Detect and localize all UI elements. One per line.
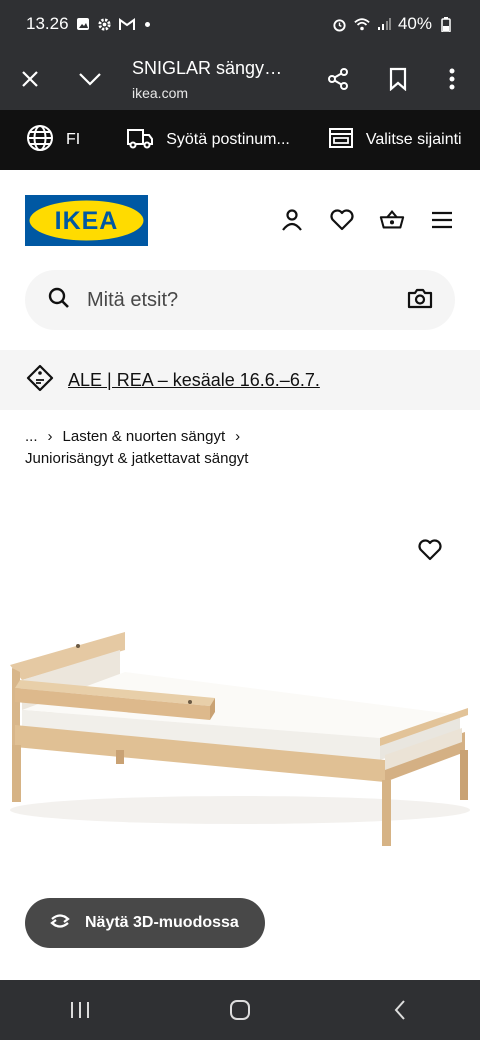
logo-text: IKEA	[55, 207, 119, 235]
page-url: ikea.com	[132, 84, 189, 101]
breadcrumb-item-juniorisangyt[interactable]: Juniorisängyt & jatkettavat sängyt	[25, 450, 248, 467]
system-nav-bar	[0, 980, 480, 1040]
status-time: 13.26	[26, 14, 69, 33]
home-icon[interactable]	[210, 990, 270, 1030]
language-selector[interactable]: FI	[26, 124, 80, 157]
breadcrumb-ellipsis[interactable]: ...	[25, 428, 38, 445]
breadcrumb-separator: ›	[47, 428, 53, 445]
camera-icon[interactable]	[407, 287, 433, 314]
menu-icon[interactable]	[429, 207, 455, 233]
cart-icon[interactable]	[379, 207, 405, 233]
battery-icon	[438, 16, 454, 32]
store-label: Valitse sijainti	[365, 131, 462, 148]
bookmark-icon[interactable]	[378, 59, 418, 99]
truck-icon	[126, 126, 154, 155]
wifi-icon	[354, 16, 370, 32]
postcode-selector[interactable]: Syötä postinum...	[126, 126, 290, 155]
close-icon[interactable]	[10, 59, 50, 99]
view-3d-button[interactable]: Näytä 3D-muodossa	[25, 898, 265, 948]
rotate-3d-icon	[47, 911, 73, 936]
page-title-box[interactable]: SNIGLAR sängynr... ikea.com	[132, 58, 318, 101]
notification-dot-icon	[144, 21, 150, 27]
page-title: SNIGLAR sängynr...	[132, 57, 292, 78]
promo-link[interactable]: ALE | REA – kesäale 16.6.–6.7.	[68, 370, 320, 391]
favourite-heart-icon[interactable]	[415, 535, 445, 565]
status-bar: 13.26 40%	[0, 0, 480, 48]
postcode-label: Syötä postinum...	[166, 131, 290, 148]
chevron-down-icon[interactable]	[70, 59, 110, 99]
account-icon[interactable]	[279, 207, 305, 233]
search-bar[interactable]: Mitä etsit?	[25, 270, 455, 330]
back-icon[interactable]	[370, 990, 430, 1030]
ikea-logo[interactable]: IKEA	[25, 194, 148, 246]
share-icon[interactable]	[318, 59, 358, 99]
breadcrumb-item-lasten-sangyt[interactable]: Lasten & nuorten sängyt	[63, 428, 226, 445]
recent-apps-icon[interactable]	[50, 990, 110, 1030]
breadcrumb: ... › Lasten & nuorten sängyt › Juniorisäng…	[25, 426, 465, 470]
globe-icon	[26, 124, 54, 157]
heart-icon[interactable]	[329, 207, 355, 233]
language-label: FI	[66, 131, 81, 148]
alarm-icon	[332, 16, 348, 32]
product-image-bed	[10, 632, 470, 846]
battery-percent: 40%	[397, 14, 432, 33]
search-input[interactable]: Mitä etsit?	[87, 289, 407, 312]
browser-toolbar: SNIGLAR sängynr... ikea.com	[0, 48, 480, 110]
promo-banner: ALE | REA – kesäale 16.6.–6.7.	[0, 350, 480, 410]
gmail-icon	[118, 16, 135, 32]
utility-bar: FI Syötä postinum... Valitse sijainti	[0, 110, 480, 170]
view-3d-label: Näytä 3D-muodossa	[85, 914, 239, 931]
site-header: IKEA	[0, 170, 480, 270]
search-icon	[47, 286, 71, 315]
store-selector[interactable]: Valitse sijainti	[328, 126, 462, 155]
store-icon	[328, 126, 354, 155]
more-vert-icon[interactable]	[432, 59, 472, 99]
gallery-icon	[75, 16, 91, 32]
price-tag-icon	[26, 364, 54, 397]
settings-icon	[97, 16, 113, 32]
breadcrumb-separator: ›	[235, 428, 241, 445]
signal-icon	[376, 16, 392, 32]
